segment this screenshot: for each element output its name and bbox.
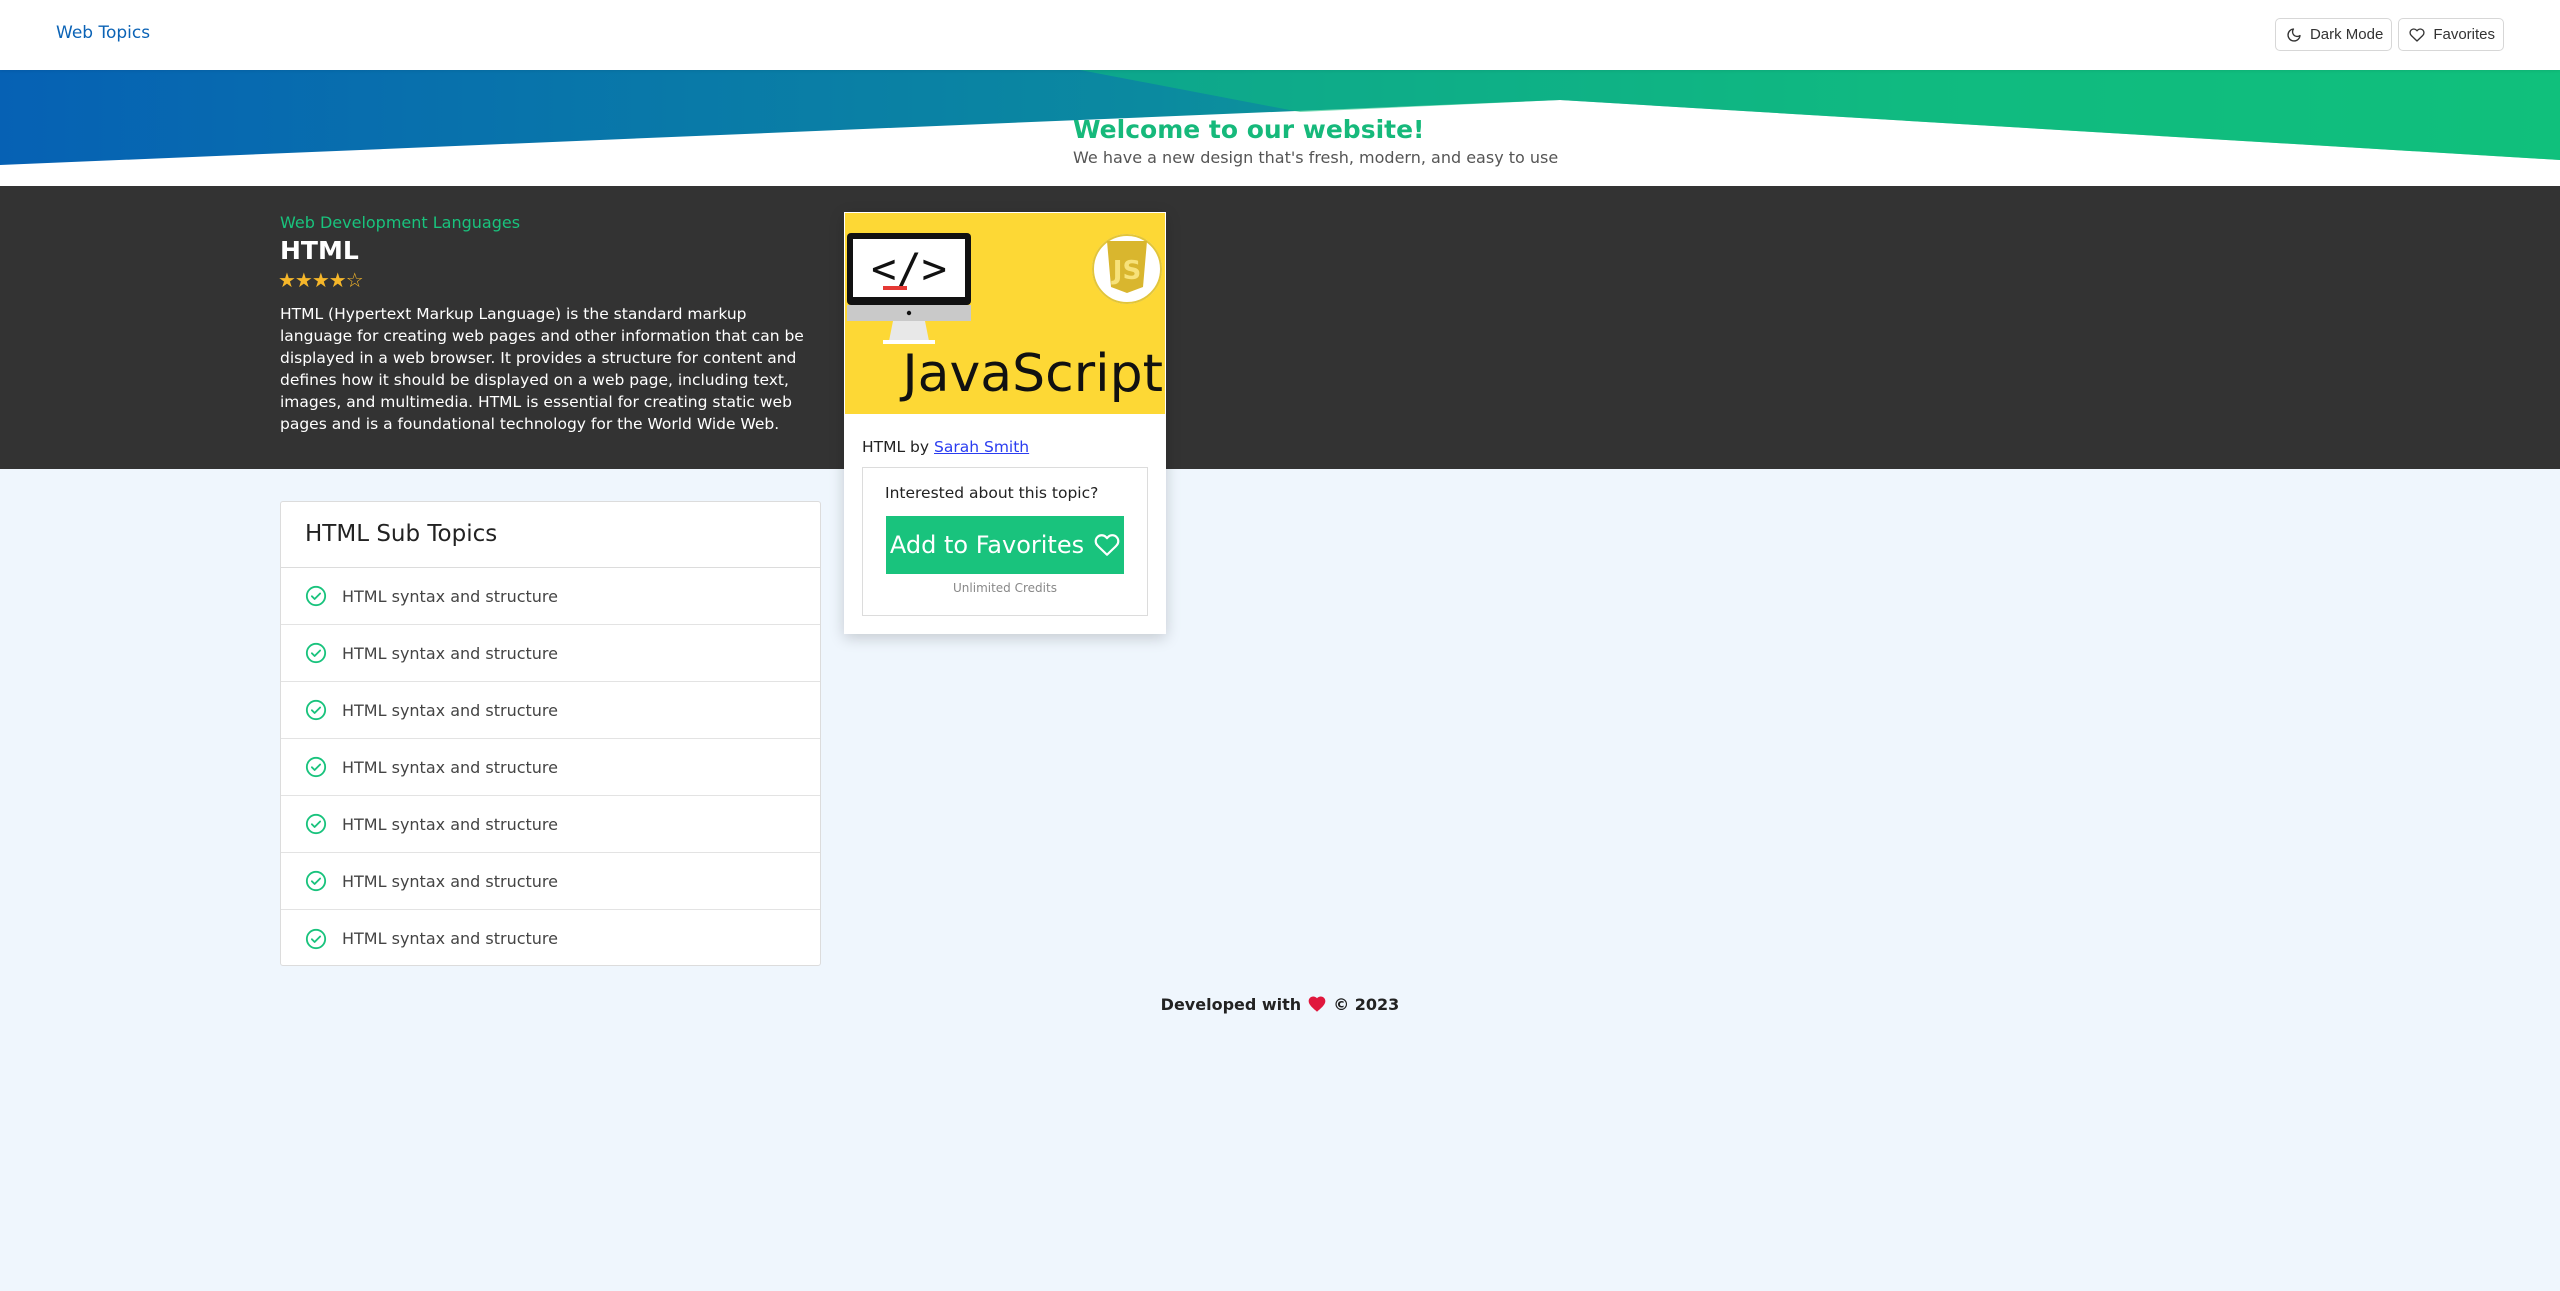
code-glyph: </> bbox=[871, 244, 947, 293]
check-circle-icon bbox=[305, 642, 327, 664]
brand-link[interactable]: Web Topics bbox=[56, 23, 150, 43]
heart-outline-icon bbox=[2409, 27, 2425, 42]
topic-card: </> JS JavaScript HTML by Sarah Smith In… bbox=[844, 212, 1166, 634]
subtopic-label: HTML syntax and structure bbox=[342, 929, 558, 948]
javascript-wordmark: JavaScript bbox=[899, 344, 1163, 404]
favorites-label: Favorites bbox=[2433, 26, 2495, 43]
subtopic-label: HTML syntax and structure bbox=[342, 700, 558, 720]
footer: Developed with © 2023 bbox=[0, 994, 2560, 1014]
js-badge-text: JS bbox=[1111, 256, 1141, 286]
subtopic-label: HTML syntax and structure bbox=[342, 757, 558, 777]
topic-category: Web Development Languages bbox=[280, 213, 521, 232]
subtopic-label: HTML syntax and structure bbox=[342, 814, 558, 834]
footer-copyright: © 2023 bbox=[1333, 994, 1400, 1014]
heart-filled-icon bbox=[1308, 996, 1326, 1012]
check-circle-icon bbox=[305, 928, 327, 949]
subtopic-item[interactable]: HTML syntax and structure bbox=[281, 853, 820, 910]
footer-prefix: Developed with bbox=[1160, 994, 1302, 1014]
javascript-cover-image: </> JS JavaScript bbox=[845, 213, 1165, 414]
check-circle-icon bbox=[305, 756, 327, 778]
subtopics-list: HTML syntax and structure HTML syntax and… bbox=[281, 568, 820, 967]
subtopics-heading: HTML Sub Topics bbox=[281, 502, 820, 568]
add-to-favorites-button[interactable]: Add to Favorites bbox=[886, 516, 1124, 574]
subtopics-panel: HTML Sub Topics HTML syntax and structur… bbox=[280, 501, 821, 966]
topic-description: HTML (Hypertext Markup Language) is the … bbox=[280, 305, 804, 433]
cta-question: Interested about this topic? bbox=[885, 484, 1099, 502]
welcome-subtitle: We have a new design that's fresh, moder… bbox=[1073, 148, 1559, 167]
check-circle-icon bbox=[305, 870, 327, 892]
add-to-favorites-label: Add to Favorites bbox=[889, 531, 1085, 559]
dark-mode-button[interactable]: Dark Mode bbox=[2274, 18, 2393, 51]
subtopic-label: HTML syntax and structure bbox=[342, 643, 558, 663]
welcome-banner: Welcome to our website! We have a new de… bbox=[0, 70, 2560, 186]
subtopic-item[interactable]: HTML syntax and structure bbox=[281, 910, 820, 967]
favorites-cta-box: Interested about this topic? Add to Favo… bbox=[862, 467, 1148, 616]
subtopic-item[interactable]: HTML syntax and structure bbox=[281, 568, 820, 625]
subtopic-item[interactable]: HTML syntax and structure bbox=[281, 682, 820, 739]
topic-hero: Web Development Languages HTML ★★★★☆ HTM… bbox=[0, 186, 2560, 469]
subtopic-item[interactable]: HTML syntax and structure bbox=[281, 739, 820, 796]
subtopic-item[interactable]: HTML syntax and structure bbox=[281, 796, 820, 853]
check-circle-icon bbox=[305, 699, 327, 721]
heart-outline-icon bbox=[1094, 534, 1120, 556]
top-navbar: Web Topics Dark Mode Favorites bbox=[0, 0, 2560, 70]
cover-illustration: </> JS JavaScript bbox=[845, 213, 1165, 414]
cta-credits-note: Unlimited Credits bbox=[953, 581, 1057, 595]
favorites-button[interactable]: Favorites bbox=[2398, 18, 2504, 51]
author-line: HTML by Sarah Smith bbox=[862, 438, 1029, 456]
welcome-title: Welcome to our website! bbox=[1073, 115, 1425, 144]
top-actions: Dark Mode Favorites bbox=[2274, 18, 2504, 51]
author-prefix: HTML by bbox=[862, 438, 930, 456]
author-link[interactable]: Sarah Smith bbox=[934, 438, 1029, 456]
subtopic-label: HTML syntax and structure bbox=[342, 871, 558, 891]
dark-mode-label: Dark Mode bbox=[2309, 26, 2384, 43]
topic-title: HTML bbox=[280, 236, 359, 265]
check-circle-icon bbox=[305, 813, 327, 835]
subtopic-label: HTML syntax and structure bbox=[342, 586, 558, 606]
welcome-text-block: Welcome to our website! We have a new de… bbox=[1073, 115, 1558, 167]
subtopic-item[interactable]: HTML syntax and structure bbox=[281, 625, 820, 682]
rating-stars: ★★★★☆ bbox=[278, 268, 364, 292]
check-circle-icon bbox=[305, 585, 327, 607]
moon-icon bbox=[2287, 27, 2301, 42]
